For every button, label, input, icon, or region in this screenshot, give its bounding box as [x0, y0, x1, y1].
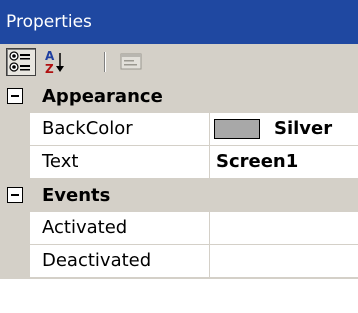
categorized-icon: [9, 51, 30, 72]
alphabetical-sort-icon: A Z: [45, 49, 64, 76]
property-row-deactivated[interactable]: Deactivated: [0, 245, 358, 278]
property-value-cell[interactable]: Screen1: [210, 146, 358, 179]
property-name[interactable]: BackColor: [30, 113, 210, 146]
category-label: Appearance: [42, 86, 163, 107]
alphabetical-button[interactable]: A Z: [40, 48, 70, 76]
properties-window: Properties A Z Appearance BackColor Silv…: [0, 0, 358, 313]
property-name[interactable]: Text: [30, 146, 210, 179]
property-row-text[interactable]: Text Screen1: [0, 146, 358, 179]
property-value: Screen1: [216, 151, 299, 172]
alphabetical-glyph-a: A: [45, 49, 55, 63]
properties-toolbar: A Z: [0, 44, 358, 80]
property-pages-button[interactable]: [116, 48, 146, 76]
window-title: Properties: [0, 0, 358, 44]
categorized-button[interactable]: [6, 48, 36, 76]
property-value-cell[interactable]: [210, 212, 358, 245]
collapse-minus-icon[interactable]: [7, 88, 23, 104]
property-value-cell[interactable]: Silver: [210, 113, 358, 146]
category-label: Events: [42, 185, 111, 206]
color-swatch: [214, 119, 260, 139]
category-row-appearance[interactable]: Appearance: [0, 80, 358, 113]
row-margin: [0, 212, 30, 245]
property-name[interactable]: Activated: [30, 212, 210, 245]
row-margin: [0, 146, 30, 179]
collapse-minus-icon[interactable]: [7, 187, 23, 203]
property-row-backcolor[interactable]: BackColor Silver: [0, 113, 358, 146]
row-margin: [0, 113, 30, 146]
row-margin: [0, 245, 30, 278]
toolbar-separator: [104, 52, 106, 72]
property-value-cell[interactable]: [210, 245, 358, 278]
property-row-activated[interactable]: Activated: [0, 212, 358, 245]
alphabetical-glyph-z: Z: [45, 62, 54, 76]
property-pages-icon: [120, 53, 142, 70]
grid-divider: [0, 278, 358, 279]
category-row-events[interactable]: Events: [0, 179, 358, 212]
property-name[interactable]: Deactivated: [30, 245, 210, 278]
property-value: Silver: [274, 118, 333, 139]
property-grid: Appearance BackColor Silver Text Screen1…: [0, 80, 358, 313]
